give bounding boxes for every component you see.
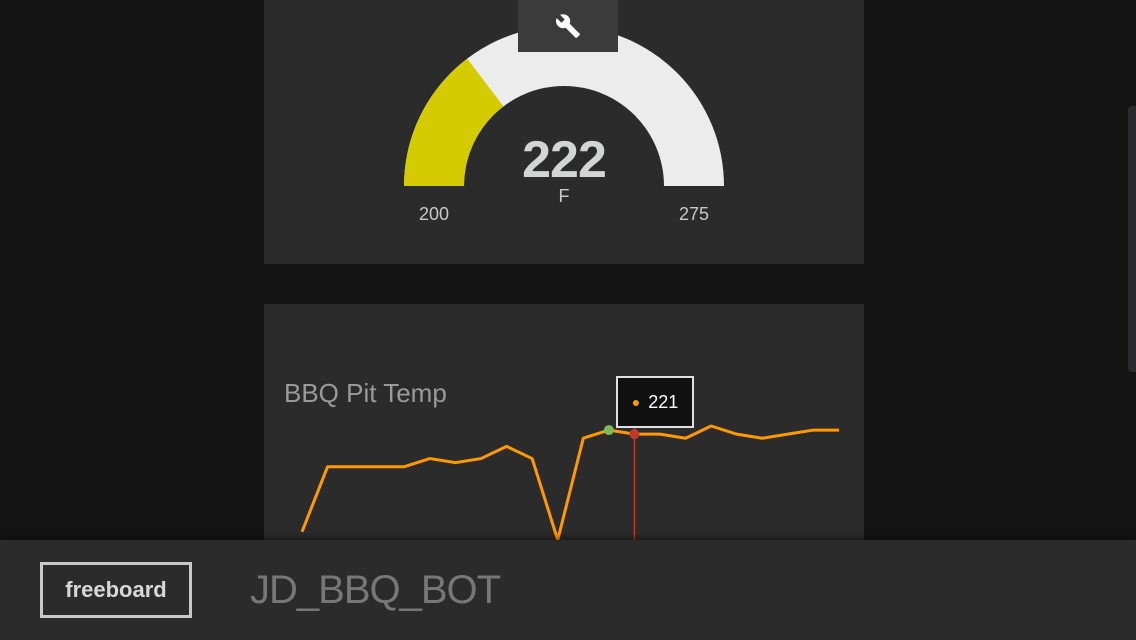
series-line xyxy=(300,424,839,542)
gauge-min-label: 200 xyxy=(418,204,450,224)
gauge-pane: 222 F 200 275 xyxy=(264,0,864,264)
footer-bar: freeboard JD_BBQ_BOT xyxy=(0,540,1136,640)
scrollbar[interactable] xyxy=(1128,106,1136,372)
board-title[interactable]: JD_BBQ_BOT xyxy=(250,568,501,613)
chart-tooltip: ● 221 xyxy=(616,376,694,428)
freeboard-logo[interactable]: freeboard xyxy=(40,562,192,618)
gauge-value: 222 xyxy=(522,131,607,189)
data-point xyxy=(603,425,614,436)
wrench-icon xyxy=(556,14,580,38)
chart-pane: BBQ Pit Temp ● 221 xyxy=(264,304,864,544)
gauge-max-label: 275 xyxy=(678,204,710,224)
widget-settings-button[interactable] xyxy=(518,0,618,52)
gauge-units: F xyxy=(558,186,570,206)
data-point xyxy=(629,429,640,440)
tooltip-value: 221 xyxy=(648,391,679,412)
sparkline-chart[interactable] xyxy=(264,304,864,544)
series-dot-icon: ● xyxy=(631,394,641,410)
